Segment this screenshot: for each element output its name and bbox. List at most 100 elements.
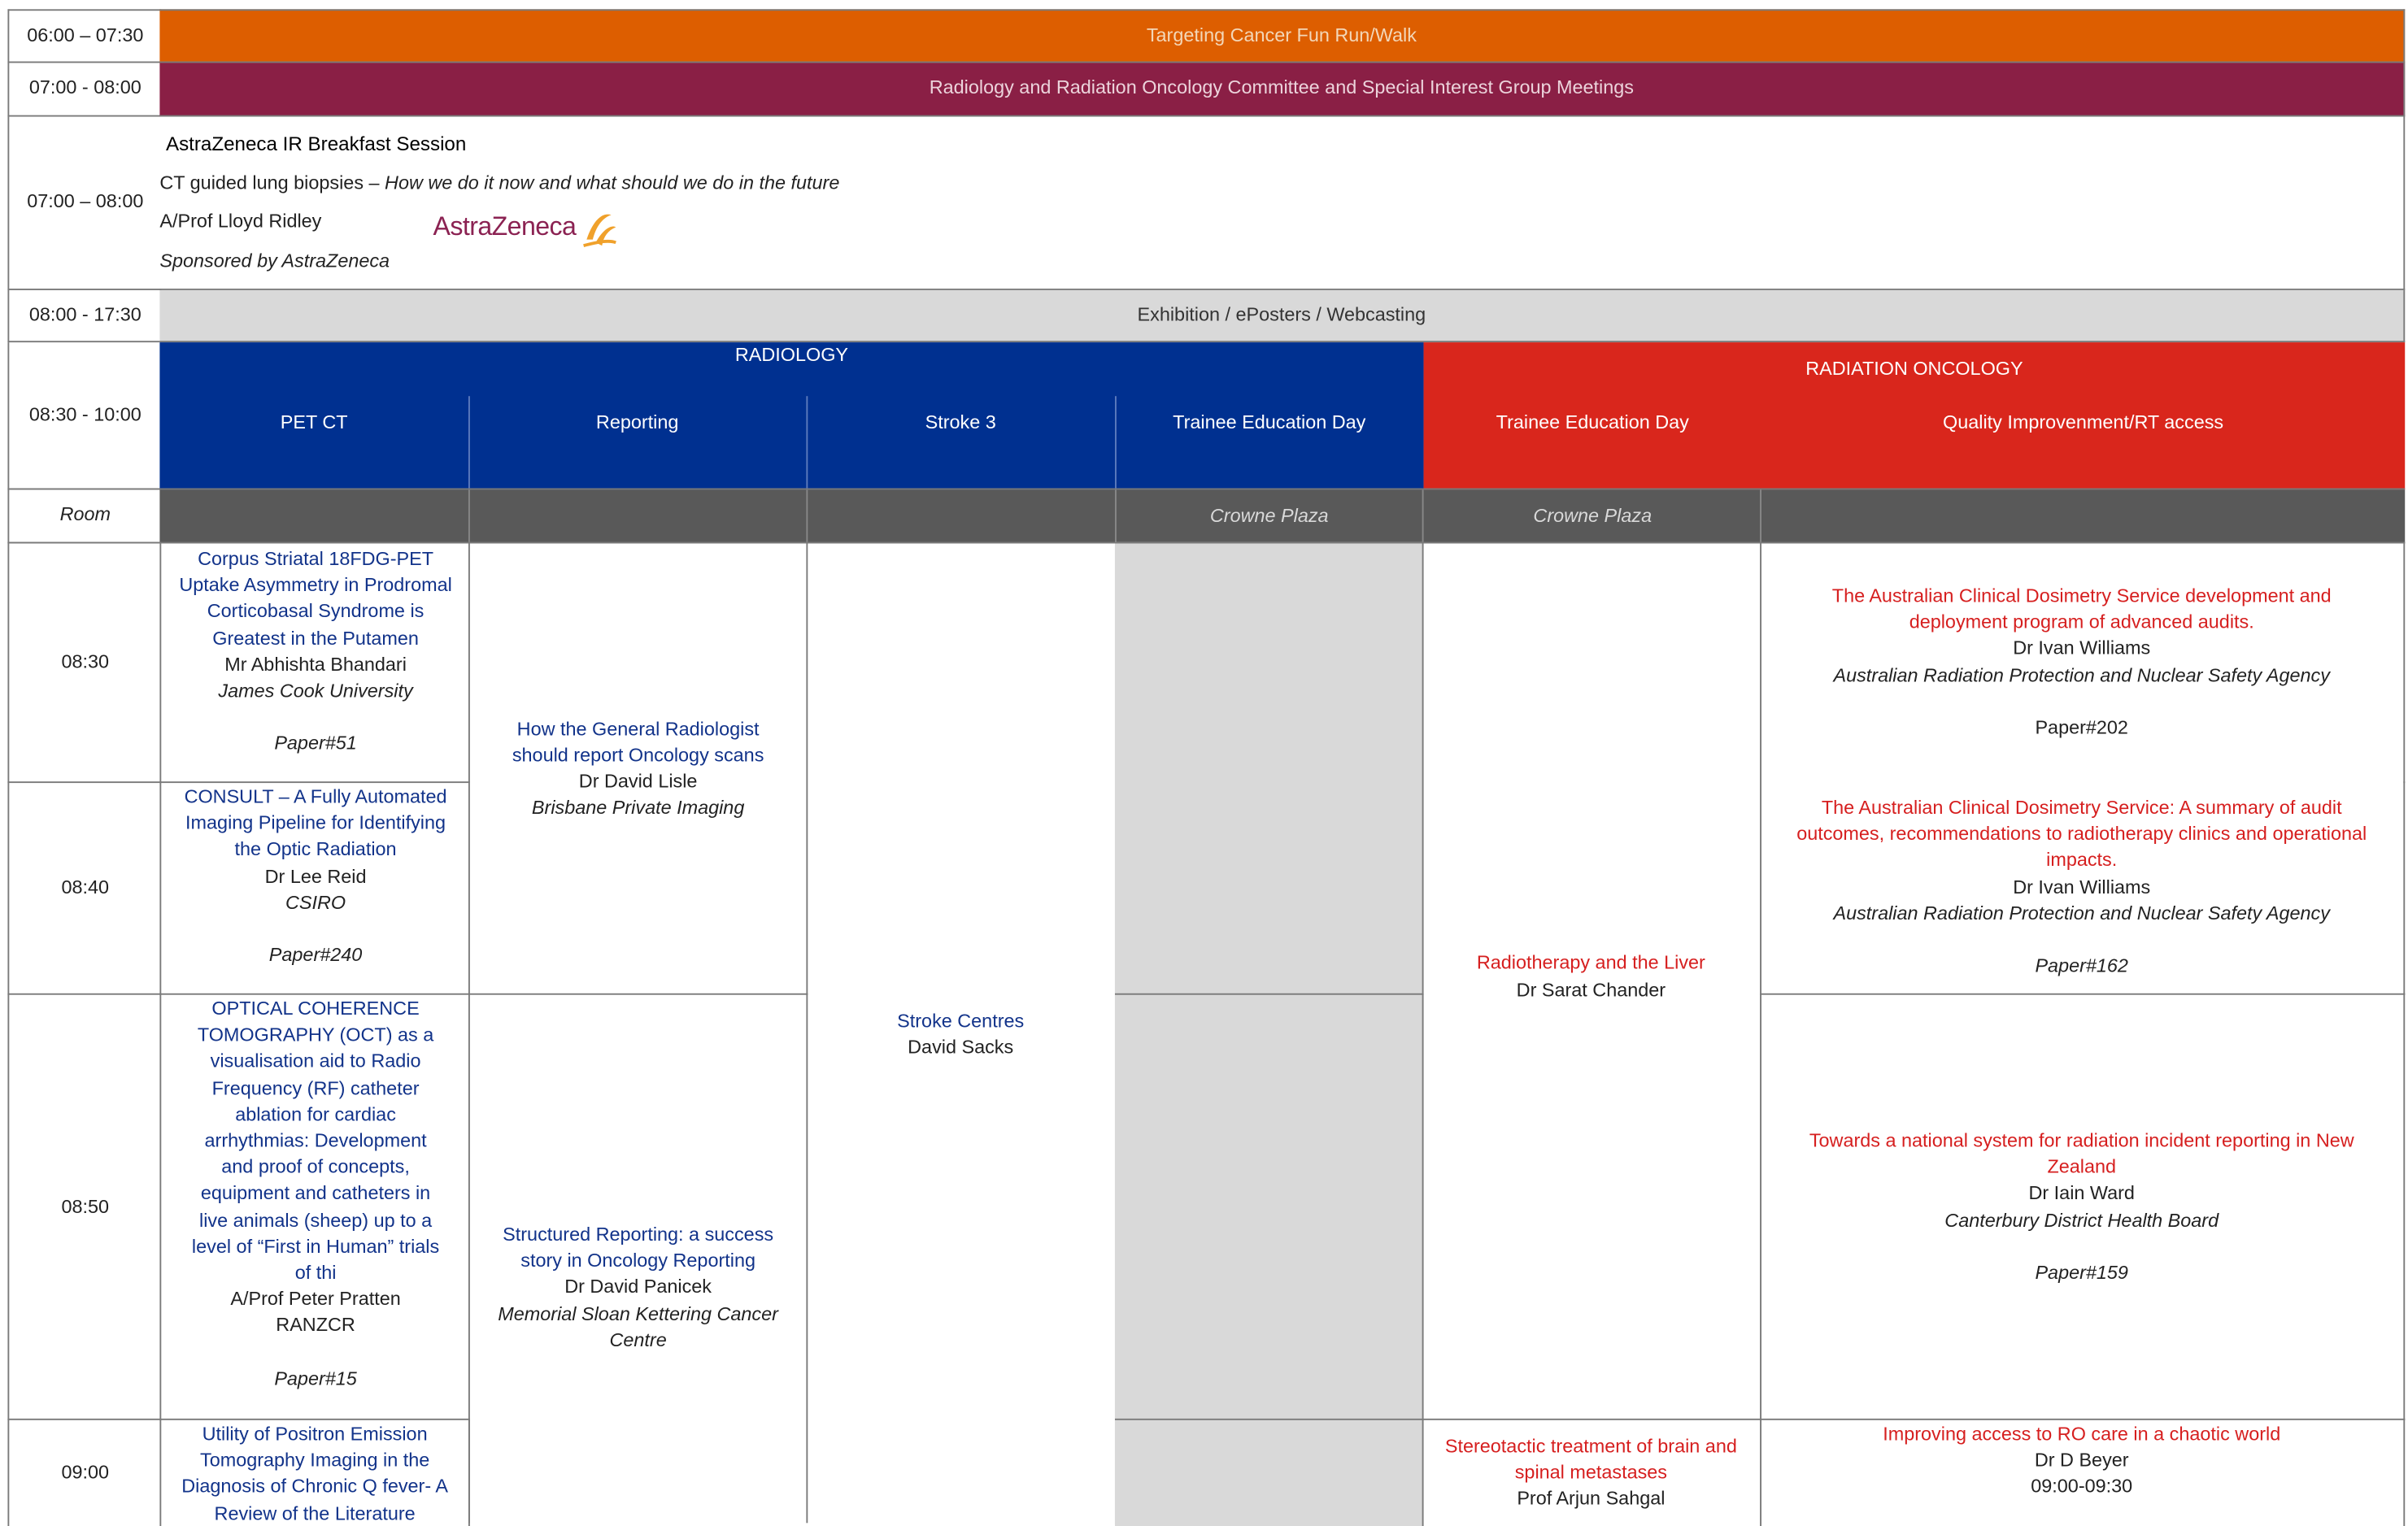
session-title: Radiotherapy and the Liver — [1476, 952, 1705, 974]
astrazeneca-logo: AstraZeneca — [433, 206, 618, 249]
room-trainee-radiology: Crowne Plaza — [1115, 489, 1424, 543]
room-label-cell: Room — [7, 489, 162, 544]
time-cell: 08:00 - 17:30 — [7, 289, 162, 343]
session-block: Utility of Positron Emission Tomography … — [159, 1418, 470, 1526]
time-label: 08:30 — [61, 651, 110, 673]
empty-slot — [1114, 993, 1424, 1420]
track-trainee-ro: Trainee Education Day — [1424, 398, 1761, 450]
session-title: CONSULT – A Fully Automated Imaging Pipe… — [184, 785, 447, 861]
session-title: Improving access to RO care in a chaotic… — [1883, 1423, 2281, 1445]
session-block: CONSULT – A Fully Automated Imaging Pipe… — [159, 781, 470, 995]
empty-slot — [1114, 541, 1424, 995]
session-speaker: Dr Iain Ward — [2028, 1182, 2135, 1205]
time-cell: 07:00 - 08:00 — [7, 63, 162, 117]
session-affiliation: CSIRO — [285, 891, 346, 914]
session-speaker: David Sacks — [908, 1037, 1014, 1059]
breakfast-session: AstraZeneca IR Breakfast Session CT guid… — [159, 116, 2406, 290]
breakfast-title: AstraZeneca IR Breakfast Session — [165, 132, 467, 155]
session-speaker: Dr David Panicek — [564, 1276, 712, 1298]
topic-plain: CT guided lung biopsies – — [159, 172, 385, 193]
session-paper: Paper#159 — [2035, 1262, 2128, 1284]
topic-italic: How we do it now and what should we do i… — [385, 172, 840, 193]
session-block: The Australian Clinical Dosimetry Servic… — [1760, 781, 2406, 995]
session-affiliation: Canterbury District Health Board — [1944, 1209, 2219, 1231]
radiation-oncology-label: RADIATION ONCOLOGY — [1805, 358, 2023, 380]
session-title: OPTICAL COHERENCE TOMOGRAPHY (OCT) as a … — [191, 998, 440, 1284]
session-block: How the General Radiologist should repor… — [468, 541, 808, 995]
radiology-heading: RADIOLOGY — [159, 342, 1423, 370]
session-speaker: A/Prof Peter Pratten — [230, 1288, 401, 1311]
track-label: PET CT — [280, 411, 348, 434]
session-paper: Paper#240 — [268, 944, 363, 967]
time-label: 06:00 – 07:30 — [27, 24, 144, 46]
room-name: Crowne Plaza — [1533, 505, 1653, 527]
session-speaker: Dr Lee Reid — [264, 865, 367, 887]
session-speaker: Dr Sarat Chander — [1516, 978, 1666, 1001]
session-title: Stroke Centres — [897, 1010, 1025, 1033]
room-name: Crowne Plaza — [1209, 505, 1329, 527]
session-speaker: Dr Ivan Williams — [2013, 876, 2151, 898]
track-quality: Quality Improvenment/RT access — [1761, 398, 2405, 450]
meetings-title: Radiology and Radiation Oncology Committ… — [929, 77, 1634, 99]
session-speaker: Mr Abhishta Bhandari — [224, 654, 407, 676]
breakfast-topic: CT guided lung biopsies – How we do it n… — [159, 172, 839, 193]
session-affiliation: Australian Radiation Protection and Nucl… — [1833, 902, 2330, 924]
fun-run-banner: Targeting Cancer Fun Run/Walk — [159, 9, 2406, 63]
time-cell: 08:30 - 10:00 — [7, 342, 162, 490]
track-pet-ct: PET CT — [159, 398, 468, 450]
breakfast-sponsor: Sponsored by AstraZeneca — [159, 250, 390, 272]
divider — [806, 489, 808, 544]
session-block: Stroke Centres David Sacks — [806, 541, 1117, 1525]
session-block: Corpus Striatal 18FDG-PET Uptake Asymmet… — [159, 541, 470, 784]
divider — [468, 489, 470, 544]
session-title: Structured Reporting: a success story in… — [503, 1224, 774, 1272]
session-affiliation: Australian Radiation Protection and Nucl… — [1833, 663, 2330, 686]
logo-wordmark: AstraZeneca — [433, 211, 577, 241]
session-title: The Australian Clinical Dosimetry Servic… — [1796, 797, 2367, 872]
radiation-oncology-heading: RADIATION ONCOLOGY — [1424, 356, 2406, 384]
track-label: Reporting — [595, 411, 679, 434]
session-block: Radiotherapy and the Liver Dr Sarat Chan… — [1422, 541, 1761, 1420]
program-schedule: 06:00 – 07:30 Targeting Cancer Fun Run/W… — [0, 0, 2408, 1526]
radiology-label: RADIOLOGY — [734, 344, 849, 367]
time-label: 08:30 - 10:00 — [28, 403, 142, 425]
time-label: 07:00 – 08:00 — [27, 190, 144, 213]
time-cell: 07:00 – 08:00 — [7, 116, 162, 290]
track-label: Trainee Education Day — [1496, 411, 1689, 434]
track-label: Quality Improvenment/RT access — [1943, 411, 2224, 434]
track-label: Trainee Education Day — [1173, 411, 1366, 434]
session-block: Stereotactic treatment of brain and spin… — [1422, 1418, 1761, 1526]
meetings-banner: Radiology and Radiation Oncology Committ… — [159, 63, 2406, 117]
time-cell: 08:40 — [7, 781, 162, 995]
session-title: Stereotactic treatment of brain and spin… — [1444, 1435, 1737, 1484]
empty-slot — [1114, 1418, 1424, 1526]
time-label: 08:40 — [61, 877, 110, 899]
track-stroke: Stroke 3 — [806, 398, 1115, 450]
exhibition-title: Exhibition / ePosters / Webcasting — [1137, 303, 1426, 326]
session-speaker: Dr D Beyer — [2034, 1450, 2129, 1472]
session-affiliation: Brisbane Private Imaging — [531, 797, 745, 819]
session-title: Corpus Striatal 18FDG-PET Uptake Asymmet… — [179, 548, 452, 650]
room-label: Room — [59, 504, 111, 526]
session-title: How the General Radiologist should repor… — [512, 718, 764, 766]
time-cell: 08:30 — [7, 541, 162, 784]
session-paper: Paper#51 — [274, 733, 357, 754]
time-cell: 08:50 — [7, 993, 162, 1420]
session-affiliation: Memorial Sloan Kettering Cancer Centre — [498, 1302, 778, 1351]
session-block: The Australian Clinical Dosimetry Servic… — [1760, 541, 2406, 784]
session-paper: Paper#15 — [274, 1367, 357, 1389]
session-block: Improving access to RO care in a chaotic… — [1760, 1418, 2406, 1526]
session-block: OPTICAL COHERENCE TOMOGRAPHY (OCT) as a … — [159, 993, 470, 1420]
session-block: Towards a national system for radiation … — [1760, 993, 2406, 1420]
fun-run-title: Targeting Cancer Fun Run/Walk — [1146, 24, 1417, 46]
track-label: Stroke 3 — [925, 411, 996, 434]
time-label: 08:50 — [61, 1195, 110, 1218]
session-title: The Australian Clinical Dosimetry Servic… — [1831, 585, 2332, 633]
session-speaker: Dr David Lisle — [578, 770, 698, 793]
session-block: Structured Reporting: a success story in… — [468, 993, 808, 1524]
time-label: 09:00 — [61, 1461, 110, 1483]
room-trainee-ro: Crowne Plaza — [1424, 489, 1761, 543]
breakfast-speaker: A/Prof Lloyd Ridley — [159, 210, 322, 233]
track-trainee-radiology: Trainee Education Day — [1115, 398, 1424, 450]
session-affiliation: RANZCR — [276, 1315, 355, 1337]
